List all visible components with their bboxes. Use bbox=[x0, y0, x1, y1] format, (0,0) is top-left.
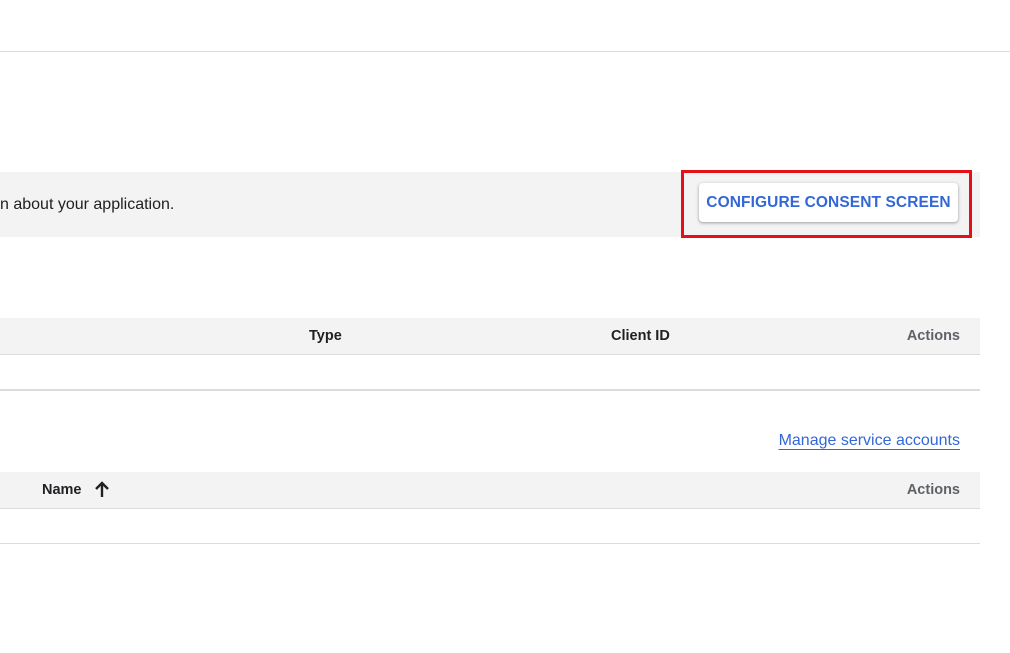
top-divider bbox=[0, 51, 1010, 52]
oauth-table-header: Type Client ID Actions bbox=[0, 318, 980, 355]
manage-service-accounts-link[interactable]: Manage service accounts bbox=[779, 431, 960, 451]
section-divider bbox=[0, 389, 980, 391]
consent-banner-text: n about your application. bbox=[0, 196, 175, 213]
column-header-actions: Actions bbox=[906, 328, 960, 344]
service-accounts-table-header: Name Actions bbox=[0, 472, 980, 509]
credentials-page: n about your application. CONFIGURE CONS… bbox=[0, 0, 1010, 653]
column-header-type[interactable]: Type bbox=[309, 318, 342, 354]
configure-consent-screen-button[interactable]: CONFIGURE CONSENT SCREEN bbox=[699, 183, 958, 222]
arrow-up-icon[interactable] bbox=[93, 481, 111, 499]
column-header-actions: Actions bbox=[906, 482, 960, 498]
service-accounts-row-divider bbox=[0, 543, 980, 544]
column-header-client-id[interactable]: Client ID bbox=[611, 318, 670, 354]
column-header-name[interactable]: Name bbox=[42, 472, 82, 508]
